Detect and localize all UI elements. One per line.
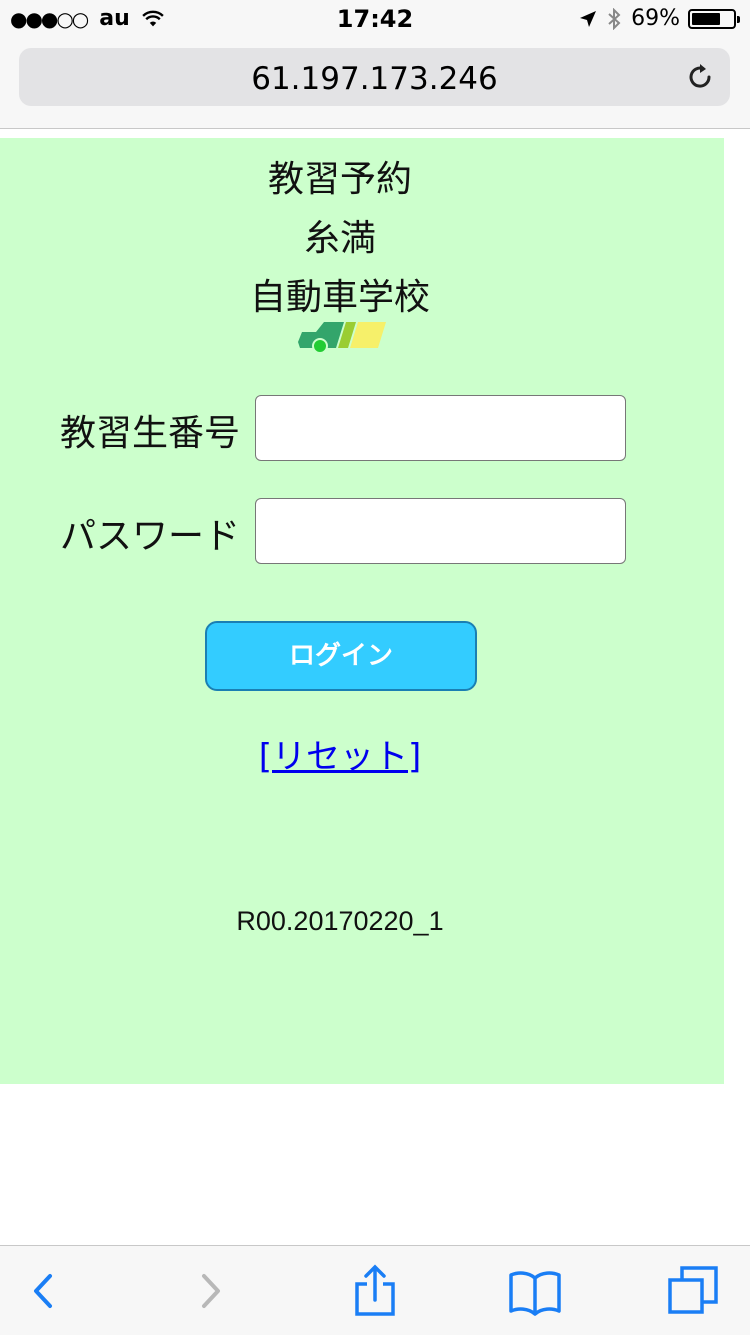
password-label: パスワード <box>60 516 241 557</box>
location-arrow-icon <box>580 10 597 27</box>
login-panel: 教習予約 糸満 自動車学校 教習生番号 パスワード ログイン [リセット] R0… <box>0 138 724 1084</box>
title-reservation: 教習予約 <box>267 159 412 200</box>
status-right: 69% <box>579 6 740 31</box>
share-icon[interactable] <box>348 1264 402 1318</box>
version-text: R00.20170220_1 <box>236 906 444 936</box>
title-school: 自動車学校 <box>249 277 430 318</box>
title-place: 糸満 <box>303 218 376 259</box>
battery-percent: 69% <box>631 6 680 31</box>
password-input[interactable] <box>255 498 626 564</box>
reset-link[interactable]: [リセット] <box>0 729 680 778</box>
bookmarks-icon[interactable] <box>508 1264 562 1318</box>
url-text[interactable]: 61.197.173.246 <box>19 61 730 97</box>
tabs-icon[interactable] <box>666 1264 720 1318</box>
forward-icon[interactable] <box>184 1264 238 1318</box>
car-logo-icon <box>298 322 386 354</box>
bluetooth-icon <box>608 7 621 30</box>
student-number-label: 教習生番号 <box>60 413 241 454</box>
battery-icon <box>688 8 740 29</box>
address-bar[interactable]: 61.197.173.246 <box>19 48 730 106</box>
browser-toolbar <box>0 1245 750 1335</box>
browser-address-area: 61.197.173.246 <box>0 40 750 129</box>
status-bar: ●●●○○ au 17:42 69% <box>0 0 750 40</box>
reload-icon[interactable] <box>684 61 716 93</box>
back-icon[interactable] <box>16 1264 70 1318</box>
login-button[interactable]: ログイン <box>205 621 477 691</box>
student-number-input[interactable] <box>255 395 626 461</box>
battery-fill <box>692 12 720 25</box>
